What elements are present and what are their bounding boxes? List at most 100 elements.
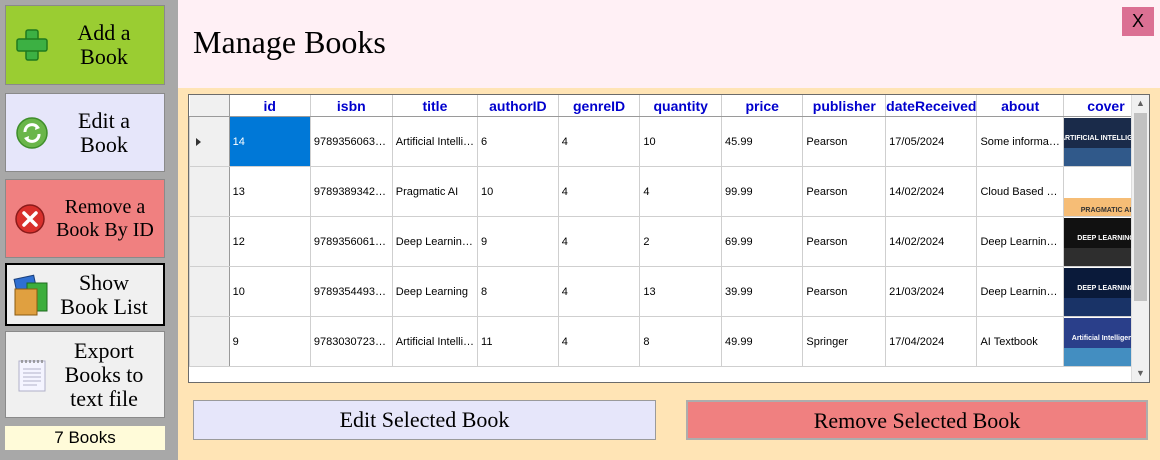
table-row[interactable]: 13 9789389342… Pragmatic AI 10 4 4 99.99 Pearso… bbox=[189, 166, 1149, 217]
cell-quantity[interactable]: 2 bbox=[639, 216, 723, 267]
row-header[interactable] bbox=[189, 166, 230, 217]
cell-quantity[interactable]: 8 bbox=[639, 316, 723, 367]
cell-isbn[interactable]: 9789356063… bbox=[309, 116, 393, 167]
cell-title[interactable]: Artificial Intelli… bbox=[391, 316, 479, 367]
column-header-publisher[interactable]: publisher bbox=[802, 95, 887, 117]
cell-datereceived[interactable]: 17/04/2024 bbox=[885, 316, 978, 367]
row-header[interactable] bbox=[189, 266, 230, 317]
cell-id[interactable]: 12 bbox=[228, 216, 311, 267]
cell-genreid[interactable]: 4 bbox=[557, 216, 641, 267]
page-title: Manage Books bbox=[193, 24, 386, 60]
cell-quantity[interactable]: 10 bbox=[639, 116, 723, 167]
scroll-down-arrow-icon[interactable]: ▼ bbox=[1132, 365, 1149, 382]
cover-title-text: PRAGMATIC AI bbox=[1081, 207, 1132, 214]
cell-about[interactable]: Cloud Based … bbox=[976, 166, 1064, 217]
cell-isbn[interactable]: 9789354493… bbox=[309, 266, 393, 317]
main-panel: id isbn title authorID genreID quantity … bbox=[178, 88, 1160, 460]
cell-quantity[interactable]: 13 bbox=[639, 266, 723, 317]
cell-datereceived[interactable]: 17/05/2024 bbox=[885, 116, 978, 167]
cell-title[interactable]: Deep Learnin… bbox=[391, 216, 479, 267]
add-book-button[interactable]: Add a Book bbox=[5, 5, 165, 85]
cell-datereceived[interactable]: 14/02/2024 bbox=[885, 216, 978, 267]
column-header-isbn[interactable]: isbn bbox=[310, 95, 393, 117]
show-book-list-button[interactable]: Show Book List bbox=[5, 263, 165, 326]
cell-publisher[interactable]: Pearson bbox=[802, 266, 887, 317]
edit-book-button[interactable]: Edit a Book bbox=[5, 93, 165, 172]
column-header-quantity[interactable]: quantity bbox=[639, 95, 723, 117]
row-header[interactable] bbox=[189, 316, 230, 367]
cell-id[interactable]: 14 bbox=[228, 116, 311, 167]
cover-title-text: DEEP LEARNING bbox=[1077, 235, 1135, 242]
cell-about[interactable]: Deep Learnin… bbox=[976, 266, 1064, 317]
cell-authorid[interactable]: 9 bbox=[477, 216, 559, 267]
cell-quantity[interactable]: 4 bbox=[639, 166, 723, 217]
row-header[interactable] bbox=[189, 116, 230, 167]
cell-publisher[interactable]: Pearson bbox=[802, 216, 887, 267]
column-header-title[interactable]: title bbox=[392, 95, 479, 117]
remove-book-label: Remove a Book By ID bbox=[56, 195, 154, 241]
cell-isbn[interactable]: 9789356061… bbox=[309, 216, 393, 267]
scroll-thumb[interactable] bbox=[1134, 113, 1147, 301]
column-header-id[interactable]: id bbox=[229, 95, 311, 117]
edit-selected-book-button[interactable]: Edit Selected Book bbox=[193, 400, 656, 440]
cell-title[interactable]: Pragmatic AI bbox=[391, 166, 479, 217]
cell-publisher[interactable]: Pearson bbox=[802, 116, 887, 167]
sidebar: Add a Book Edit a Book Remove a Book By … bbox=[0, 0, 178, 460]
cell-datereceived[interactable]: 14/02/2024 bbox=[885, 166, 978, 217]
cell-publisher[interactable]: Springer bbox=[802, 316, 887, 367]
cell-genreid[interactable]: 4 bbox=[557, 266, 641, 317]
cell-isbn[interactable]: 9789389342… bbox=[309, 166, 393, 217]
header: Manage Books X bbox=[178, 0, 1160, 88]
column-header-datereceived[interactable]: dateReceived bbox=[885, 95, 978, 117]
cell-price[interactable]: 99.99 bbox=[721, 166, 804, 217]
export-books-button[interactable]: Export Books to text file bbox=[5, 331, 165, 418]
cell-id[interactable]: 13 bbox=[228, 166, 311, 217]
cell-price[interactable]: 69.99 bbox=[721, 216, 804, 267]
cell-authorid[interactable]: 11 bbox=[477, 316, 559, 367]
vertical-scrollbar[interactable]: ▲ ▼ bbox=[1131, 95, 1149, 382]
cell-authorid[interactable]: 10 bbox=[477, 166, 559, 217]
scroll-up-arrow-icon[interactable]: ▲ bbox=[1132, 95, 1149, 112]
add-book-label: Add a Book bbox=[77, 20, 131, 69]
cell-isbn[interactable]: 9783030723… bbox=[309, 316, 393, 367]
cell-genreid[interactable]: 4 bbox=[557, 166, 641, 217]
cell-price[interactable]: 49.99 bbox=[721, 316, 804, 367]
cell-about[interactable]: AI Textbook bbox=[976, 316, 1064, 367]
row-header[interactable] bbox=[189, 216, 230, 267]
cover-title-text: Artificial Intelligence bbox=[1072, 335, 1141, 342]
show-book-list-label: Show Book List bbox=[60, 269, 148, 319]
cell-publisher[interactable]: Pearson bbox=[802, 166, 887, 217]
books-grid[interactable]: id isbn title authorID genreID quantity … bbox=[188, 94, 1150, 383]
table-row[interactable]: 10 9789354493… Deep Learning 8 4 13 39.99 Pears… bbox=[189, 266, 1149, 317]
column-header-price[interactable]: price bbox=[721, 95, 804, 117]
table-row[interactable]: 14 9789356063… Artificial Intelli… 6 4 10 45.9… bbox=[189, 116, 1149, 167]
remove-book-by-id-button[interactable]: Remove a Book By ID bbox=[5, 179, 165, 258]
current-row-arrow-icon bbox=[196, 137, 201, 146]
cell-id[interactable]: 10 bbox=[228, 266, 311, 317]
export-books-label: Export Books to text file bbox=[64, 337, 144, 411]
cell-price[interactable]: 39.99 bbox=[721, 266, 804, 317]
cell-id[interactable]: 9 bbox=[228, 316, 311, 367]
edit-book-label: Edit a Book bbox=[78, 107, 130, 157]
cell-title[interactable]: Artificial Intelli… bbox=[391, 116, 479, 167]
row-header-corner bbox=[189, 95, 230, 117]
cell-price[interactable]: 45.99 bbox=[721, 116, 804, 167]
cell-about[interactable]: Deep Learnin… bbox=[976, 216, 1064, 267]
cell-authorid[interactable]: 6 bbox=[477, 116, 559, 167]
close-button[interactable]: X bbox=[1122, 7, 1154, 36]
remove-selected-book-button[interactable]: Remove Selected Book bbox=[686, 400, 1148, 440]
column-header-genreid[interactable]: genreID bbox=[558, 95, 641, 117]
cell-genreid[interactable]: 4 bbox=[557, 116, 641, 167]
cell-about[interactable]: Some informa… bbox=[976, 116, 1064, 167]
cell-title[interactable]: Deep Learning bbox=[391, 266, 479, 317]
cell-genreid[interactable]: 4 bbox=[557, 316, 641, 367]
column-header-about[interactable]: about bbox=[976, 95, 1064, 117]
column-header-authorid[interactable]: authorID bbox=[477, 95, 559, 117]
cell-authorid[interactable]: 8 bbox=[477, 266, 559, 317]
cover-title-text: DEEP LEARNING bbox=[1077, 285, 1135, 292]
table-row[interactable]: 12 9789356061… Deep Learnin… 9 4 2 69.99 Pearso… bbox=[189, 216, 1149, 267]
book-count-label: 7 Books bbox=[5, 426, 165, 450]
cell-datereceived[interactable]: 21/03/2024 bbox=[885, 266, 978, 317]
table-row[interactable]: 9 9783030723… Artificial Intelli… 11 4 8 49.99… bbox=[189, 316, 1149, 367]
books-table: id isbn title authorID genreID quantity … bbox=[189, 95, 1149, 367]
